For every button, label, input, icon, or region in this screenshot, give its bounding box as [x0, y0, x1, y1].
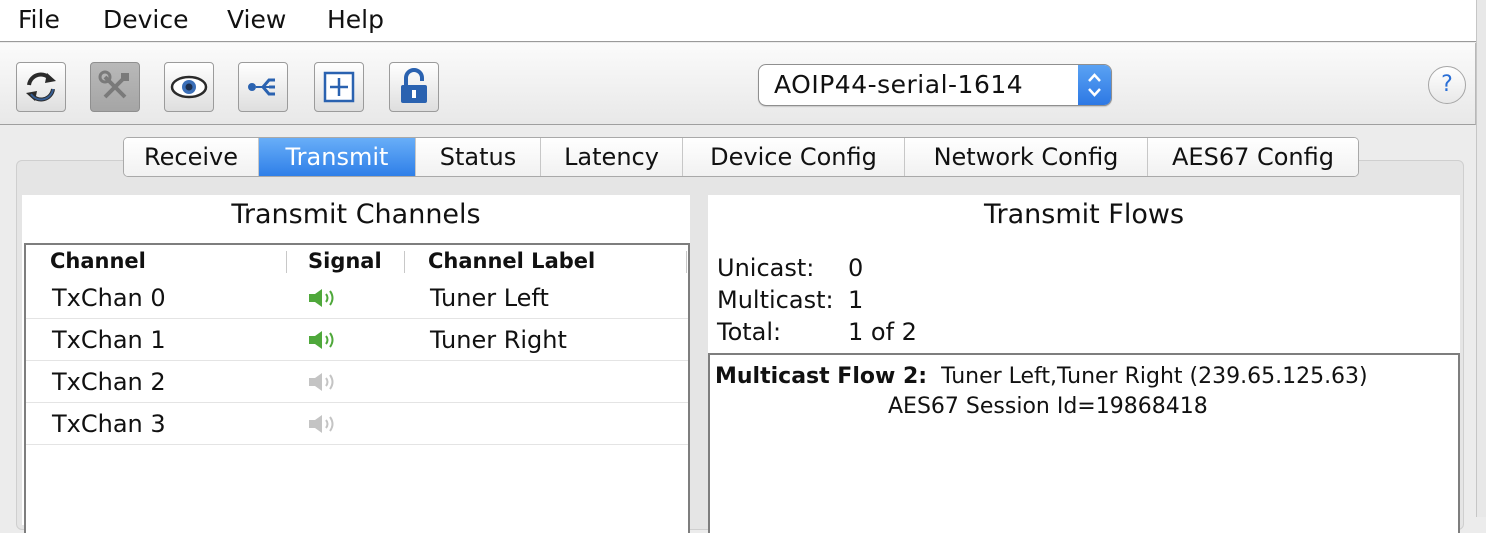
tab-status[interactable]: Status [416, 138, 541, 176]
device-select[interactable]: AOIP44-serial-1614 [758, 64, 1112, 106]
column-header-channel-label[interactable]: Channel Label [428, 245, 595, 277]
network-button[interactable] [238, 62, 288, 112]
chevron-updown-icon [1088, 73, 1101, 97]
multicast-label: Multicast: [717, 286, 834, 314]
multicast-value: 1 [848, 286, 864, 314]
table-row[interactable]: TxChan 2 [26, 361, 688, 403]
help-button[interactable]: ? [1428, 66, 1466, 104]
channel-name: TxChan 2 [52, 368, 166, 396]
channel-name: TxChan 0 [52, 284, 166, 312]
tab-network-config[interactable]: Network Config [905, 138, 1148, 176]
network-icon [248, 78, 275, 96]
tab-receive[interactable]: Receive [124, 138, 259, 176]
view-button[interactable] [164, 62, 214, 112]
refresh-icon [26, 72, 56, 102]
select-stepper[interactable] [1078, 65, 1111, 105]
speaker-inactive-icon [309, 415, 334, 433]
device-tools-button[interactable] [90, 62, 140, 112]
unicast-value: 0 [848, 254, 864, 282]
add-window-icon [323, 71, 355, 103]
transmit-flows-panel: Transmit Flows Unicast: 0 Multicast: 1 T… [708, 195, 1460, 533]
speaker-active-icon [309, 289, 334, 307]
transmit-flows-title: Transmit Flows [983, 199, 1185, 230]
window-edge [1476, 0, 1486, 517]
column-header-signal[interactable]: Signal [308, 245, 382, 277]
menu-device[interactable]: Device [103, 5, 189, 35]
flow-session: AES67 Session Id=19868418 [888, 394, 1208, 419]
transmit-channels-panel: Transmit Channels Channel Signal Channel… [22, 195, 690, 533]
channel-name: TxChan 1 [52, 326, 166, 354]
flow-list[interactable]: Multicast Flow 2: Tuner Left,Tuner Right… [708, 353, 1460, 533]
unicast-label: Unicast: [717, 254, 815, 282]
column-divider[interactable] [286, 251, 287, 273]
total-value: 1 of 2 [848, 318, 917, 346]
menu-view[interactable]: View [227, 5, 286, 35]
table-row[interactable]: TxChan 0 Tuner Left [26, 277, 688, 319]
tab-device-config[interactable]: Device Config [683, 138, 905, 176]
eye-icon [170, 75, 208, 99]
menu-bar: File Device View Help [0, 0, 1486, 42]
toolbar [0, 43, 1476, 125]
tab-transmit[interactable]: Transmit [259, 138, 416, 176]
tab-bar: Receive Transmit Status Latency Device C… [123, 137, 1359, 177]
tools-icon [98, 70, 129, 99]
menu-file[interactable]: File [18, 5, 60, 35]
flow-item[interactable]: Multicast Flow 2: Tuner Left,Tuner Right… [715, 363, 1368, 391]
tab-aes67-config[interactable]: AES67 Config [1148, 138, 1358, 176]
menu-help[interactable]: Help [327, 5, 384, 35]
column-header-channel[interactable]: Channel [50, 245, 146, 277]
channel-table: Channel Signal Channel Label TxChan 0 Tu… [24, 243, 690, 533]
channel-label: Tuner Left [430, 284, 549, 312]
flow-detail: Tuner Left,Tuner Right (239.65.125.63) [941, 364, 1368, 389]
channel-label: Tuner Right [430, 326, 567, 354]
table-row[interactable]: TxChan 1 Tuner Right [26, 319, 688, 361]
device-select-value: AOIP44-serial-1614 [774, 70, 1024, 99]
channel-name: TxChan 3 [52, 410, 166, 438]
lock-button[interactable] [389, 62, 439, 112]
transmit-channels-title: Transmit Channels [231, 199, 481, 230]
speaker-active-icon [309, 331, 334, 349]
tab-latency[interactable]: Latency [541, 138, 683, 176]
add-window-button[interactable] [314, 62, 364, 112]
unlock-icon [401, 68, 427, 103]
speaker-inactive-icon [309, 373, 334, 391]
total-label: Total: [717, 318, 782, 346]
refresh-button[interactable] [16, 62, 66, 112]
table-row[interactable]: TxChan 3 [26, 403, 688, 445]
flow-name: Multicast Flow 2: [715, 364, 928, 389]
column-divider[interactable] [404, 251, 405, 273]
column-divider[interactable] [686, 251, 687, 273]
